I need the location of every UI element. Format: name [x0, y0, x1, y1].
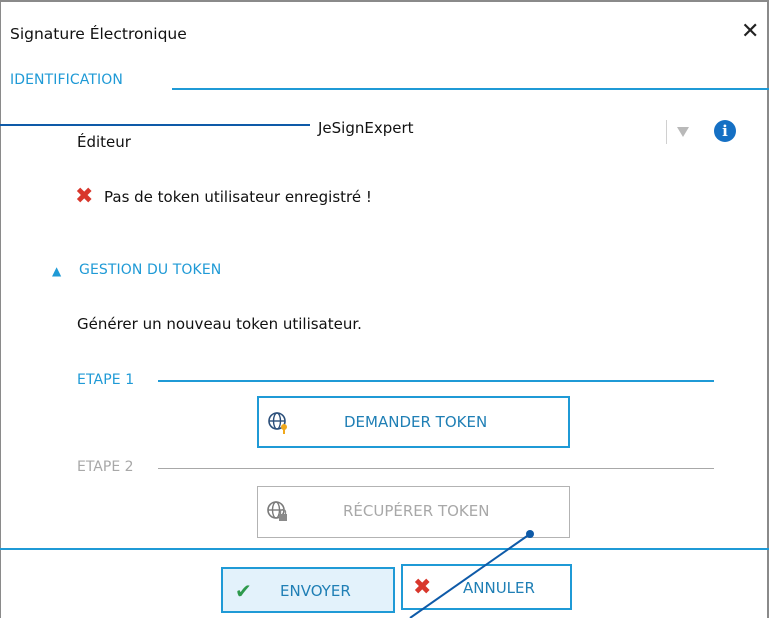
send-button-label: ENVOYER: [280, 582, 351, 600]
error-x-icon: ✖: [75, 184, 94, 209]
collapse-triangle-icon[interactable]: ▲: [52, 264, 61, 278]
chevron-down-icon[interactable]: [666, 120, 697, 144]
info-icon[interactable]: i: [714, 120, 736, 142]
annotation-pointer-line: [409, 530, 534, 618]
identification-section-label: IDENTIFICATION: [10, 72, 123, 88]
window-title: Signature Électronique: [10, 25, 187, 43]
token-section-toggle[interactable]: GESTION DU TOKEN: [79, 262, 221, 278]
step1-divider: [158, 380, 714, 382]
token-instruction: Générer un nouveau token utilisateur.: [77, 315, 362, 333]
globe-lock-icon: [266, 500, 290, 528]
identification-divider: [172, 88, 769, 90]
request-token-button[interactable]: DEMANDER TOKEN: [257, 396, 570, 448]
footer-divider: [0, 548, 769, 550]
editor-label: Éditeur: [77, 133, 131, 151]
request-token-label: DEMANDER TOKEN: [344, 413, 488, 431]
retrieve-token-label: RÉCUPÉRER TOKEN: [343, 502, 490, 520]
checkmark-icon: ✔: [235, 579, 252, 603]
step1-label: ETAPE 1: [77, 372, 135, 388]
step2-divider: [158, 468, 714, 469]
editor-select-value: JeSignExpert: [318, 119, 414, 137]
token-status-text: Pas de token utilisateur enregistré !: [104, 188, 372, 206]
annotation-leader-line: [0, 124, 310, 126]
send-button[interactable]: ✔ ENVOYER: [221, 567, 395, 613]
close-icon[interactable]: ✕: [741, 21, 759, 43]
step2-label: ETAPE 2: [77, 459, 134, 475]
globe-key-icon: [267, 411, 291, 439]
